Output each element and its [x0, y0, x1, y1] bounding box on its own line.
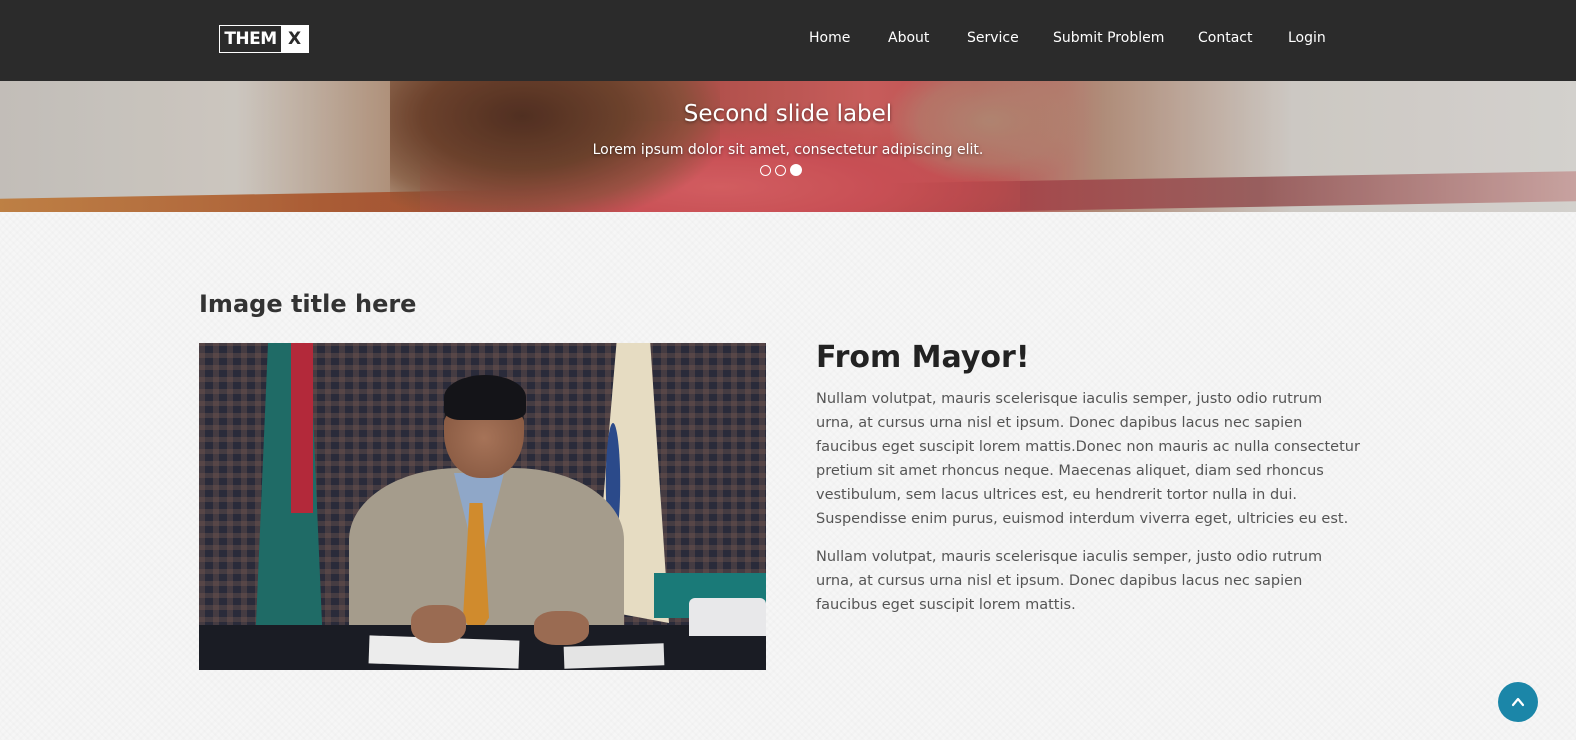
photo-hand-left [411, 605, 466, 643]
photo-paper-2 [563, 643, 665, 669]
carousel-indicator-2[interactable] [775, 164, 786, 176]
nav-link-home[interactable]: Home [809, 30, 850, 46]
carousel-indicator-1[interactable] [760, 164, 771, 176]
photo-person-hair [444, 375, 526, 420]
slide-label: Second slide label [683, 101, 893, 127]
nav-link-login[interactable]: Login [1288, 30, 1326, 46]
photo-flag-green [254, 343, 324, 670]
nav-link-contact[interactable]: Contact [1198, 30, 1252, 46]
mayor-paragraph-2: Nullam volutpat, mauris scelerisque iacu… [816, 549, 1323, 613]
navbar: THEM X Home About Service Submit Problem… [0, 0, 1576, 81]
carousel-indicators [760, 164, 802, 176]
logo-mark: X [281, 26, 308, 52]
carousel-indicator-3[interactable] [790, 164, 802, 176]
mayor-photo [199, 343, 766, 670]
photo-telephone [689, 598, 766, 636]
back-to-top-button[interactable] [1498, 682, 1538, 722]
chevron-up-icon [1511, 697, 1525, 707]
slide-caption: Lorem ipsum dolor sit amet, consectetur … [592, 142, 984, 158]
hero-carousel[interactable]: Second slide label Lorem ipsum dolor sit… [0, 81, 1576, 212]
photo-flag-red [291, 343, 313, 513]
mayor-heading: From Mayor! [816, 340, 1030, 375]
logo-text: THEM [224, 29, 277, 49]
nav-link-submit-problem[interactable]: Submit Problem [1053, 30, 1164, 46]
site-logo[interactable]: THEM X [219, 25, 309, 53]
image-title: Image title here [199, 290, 417, 318]
nav-link-service[interactable]: Service [967, 30, 1019, 46]
photo-hand-right [534, 611, 589, 645]
mayor-paragraph-1: Nullam volutpat, mauris scelerisque iacu… [816, 391, 1360, 527]
nav-link-about[interactable]: About [888, 30, 929, 46]
